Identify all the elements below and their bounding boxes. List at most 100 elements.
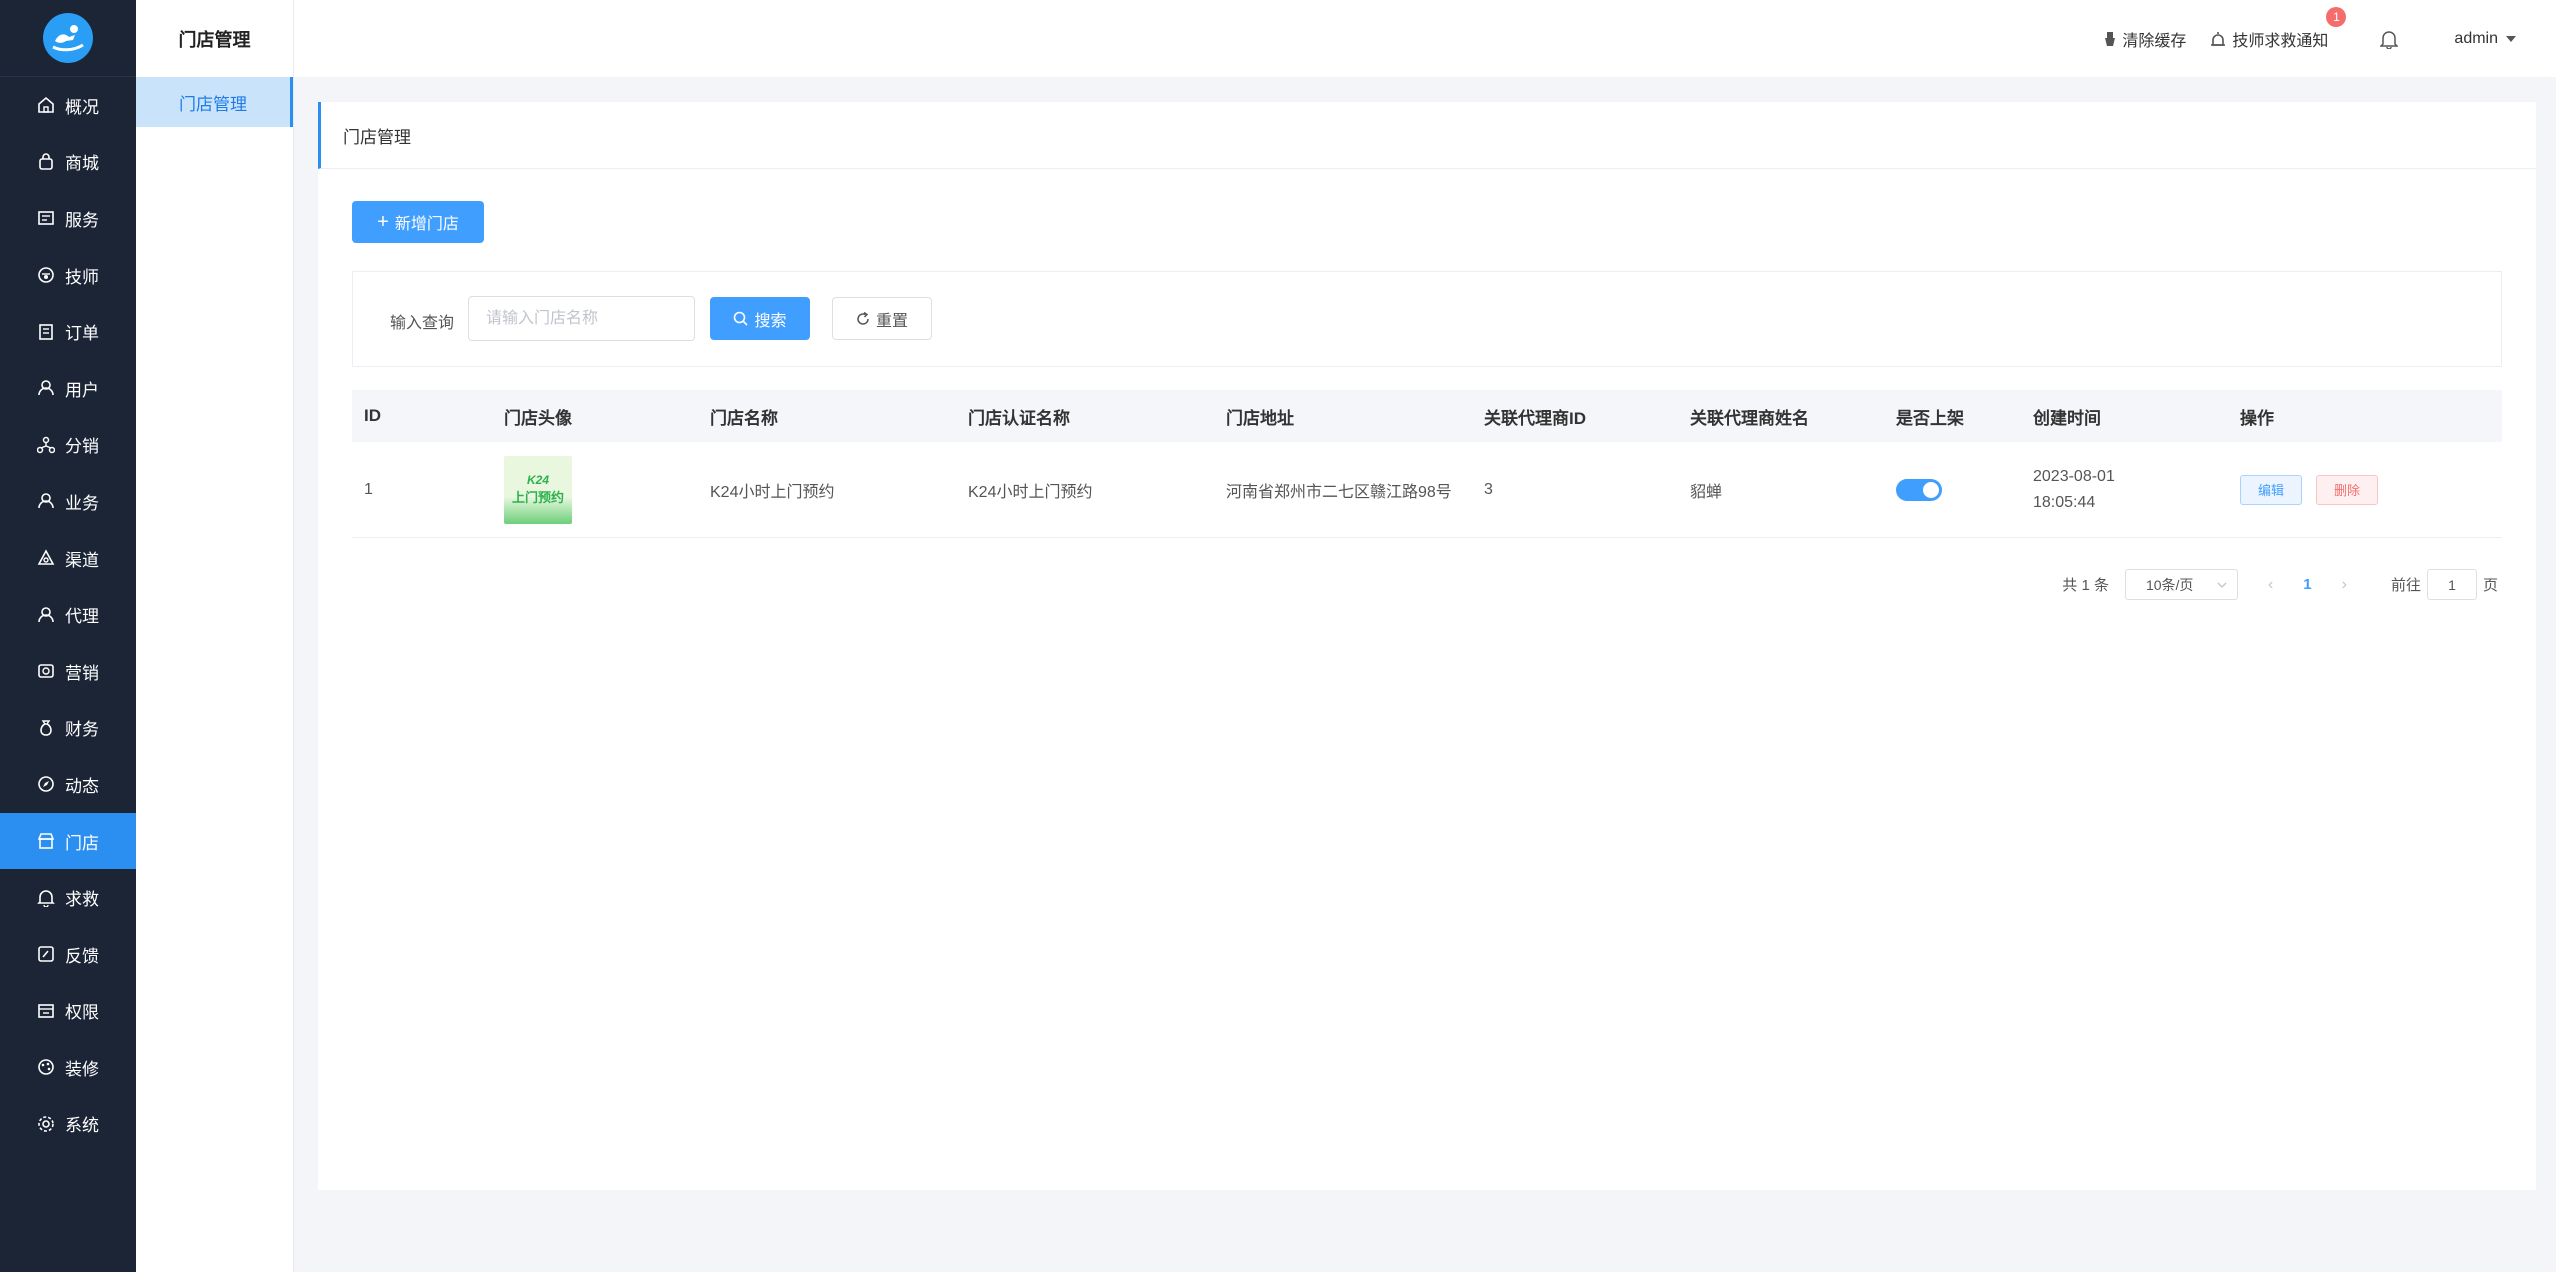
search-label: 输入查询 <box>390 315 455 332</box>
rescue-notice-label: 技师求救通知 <box>2232 32 2329 50</box>
nav-item-feedback[interactable]: 反馈 <box>0 926 136 983</box>
order-icon <box>37 323 55 341</box>
caret-down-icon <box>2506 35 2516 42</box>
content-card: 门店管理 + 新增门店 输入查询 搜索 重置 ID 门店头像 门店名称 门店认证名称 门… <box>318 102 2536 1190</box>
reset-button-label: 重置 <box>875 312 908 330</box>
nav-item-channel[interactable]: 渠道 <box>0 530 136 587</box>
column-header: 门店头像 <box>504 408 572 428</box>
user-menu[interactable]: admin <box>2454 30 2516 48</box>
cell-address: 河南省郑州市二七区赣江路98号 <box>1226 483 1452 501</box>
column-header: 关联代理商ID <box>1484 408 1586 428</box>
prev-page-button[interactable]: ‹ <box>2268 576 2273 594</box>
nav-item-label: 订单 <box>65 324 99 344</box>
nav-item-service[interactable]: 服务 <box>0 190 136 247</box>
nav-item-label: 装修 <box>65 1059 99 1079</box>
delete-button[interactable]: 删除 <box>2316 474 2378 505</box>
finance-icon <box>37 719 55 737</box>
bag-icon <box>37 153 55 171</box>
next-page-button[interactable]: › <box>2342 576 2347 594</box>
rescue-notice-button[interactable]: 技师求救通知 1 <box>2210 6 2347 51</box>
gear-icon <box>37 1115 55 1133</box>
business-icon <box>37 492 55 510</box>
nav-item-business[interactable]: 业务 <box>0 473 136 530</box>
add-store-label: 新增门店 <box>394 216 459 233</box>
plus-icon: + <box>377 211 389 233</box>
nav-item-tech[interactable]: 技师 <box>0 247 136 304</box>
nav-item-distribution[interactable]: 分销 <box>0 417 136 474</box>
nav-item-label: 概况 <box>65 97 99 117</box>
table-row: 1 K24 上门预约 K24小时上门预约 K24小时上门预约 河南省郑州市二七区… <box>352 442 2502 538</box>
nav-item-decorate[interactable]: 装修 <box>0 1039 136 1096</box>
cell-id: 1 <box>364 480 373 498</box>
nav-item-order[interactable]: 订单 <box>0 303 136 360</box>
cell-cert-name: K24小时上门预约 <box>968 483 1093 501</box>
cell-created-time: 2023-08-01 18:05:44 <box>2021 464 2228 516</box>
nav-item-store[interactable]: 门店 <box>0 812 136 870</box>
pagination-total: 共 1 条 <box>2062 577 2109 594</box>
nav-item-label: 渠道 <box>65 550 99 570</box>
nav-item-bell[interactable]: 求救 <box>0 869 136 926</box>
page-size-value: 10条/页 <box>2145 576 2194 593</box>
column-header: 创建时间 <box>2033 408 2101 428</box>
nav-item-marketing[interactable]: 营销 <box>0 643 136 700</box>
tech-icon <box>37 266 55 284</box>
distribution-icon <box>37 436 55 454</box>
goto-suffix: 页 <box>2482 577 2498 594</box>
column-header: ID <box>364 406 381 425</box>
top-header: 清除缓存 技师求救通知 1 admin <box>294 0 2556 77</box>
edit-button[interactable]: 编辑 <box>2240 474 2302 505</box>
search-icon <box>734 311 749 326</box>
feedback-icon <box>37 945 55 963</box>
avatar-text-slogan: 上门预约 <box>511 490 564 505</box>
search-button-label: 搜索 <box>754 312 787 330</box>
search-panel: 输入查询 搜索 重置 <box>352 271 2502 367</box>
created-date: 2023-08-01 <box>2033 467 2115 485</box>
nav-item-user[interactable]: 用户 <box>0 360 136 417</box>
permission-icon <box>37 1002 55 1020</box>
on-shelf-toggle[interactable] <box>1896 478 1942 501</box>
nav-item-label: 服务 <box>65 210 99 230</box>
nav-item-agent[interactable]: 代理 <box>0 586 136 643</box>
agent-icon <box>37 606 55 624</box>
bell-icon <box>2380 30 2399 49</box>
nav-list: 概况商城服务技师订单用户 分销 业务渠道代理营销财务 动态门店求救 反馈权限装修系统 <box>0 77 136 1152</box>
column-header: 门店地址 <box>1226 408 1294 428</box>
compass-icon <box>37 775 55 793</box>
cell-store-name: K24小时上门预约 <box>710 483 835 501</box>
nav-item-label: 门店 <box>65 833 99 853</box>
nav-item-compass[interactable]: 动态 <box>0 756 136 813</box>
nav-item-home[interactable]: 概况 <box>0 77 136 134</box>
nav-item-label: 营销 <box>65 663 99 683</box>
main-nav: 概况商城服务技师订单用户 分销 业务渠道代理营销财务 动态门店求救 反馈权限装修系统 <box>0 0 136 1272</box>
sub-nav: 门店管理 门店管理 <box>136 0 294 1272</box>
store-table: ID 门店头像 门店名称 门店认证名称 门店地址 关联代理商ID 关联代理商姓名 是否上架 创建… <box>352 390 2502 538</box>
page-size-select[interactable]: 10条/页 <box>2124 569 2238 600</box>
clear-cache-button[interactable]: 清除缓存 <box>2104 27 2186 51</box>
nav-item-label: 系统 <box>65 1116 99 1136</box>
notification-bell[interactable] <box>2380 29 2404 49</box>
subnav-item-store-management[interactable]: 门店管理 <box>136 77 293 127</box>
cell-agent-name: 貂蝉 <box>1690 483 1723 501</box>
store-icon <box>37 832 55 850</box>
page-number-current[interactable]: 1 <box>2303 576 2311 593</box>
goto-prefix: 前往 <box>2390 577 2421 594</box>
page-title: 门店管理 <box>318 102 2536 169</box>
channel-icon <box>37 549 55 567</box>
add-store-button[interactable]: + 新增门店 <box>352 201 484 243</box>
nav-item-label: 代理 <box>65 607 99 627</box>
store-avatar-image: K24 上门预约 <box>504 455 572 524</box>
nav-item-gear[interactable]: 系统 <box>0 1096 136 1153</box>
store-name-input[interactable] <box>468 296 695 341</box>
nav-item-finance[interactable]: 财务 <box>0 700 136 757</box>
home-icon <box>37 96 55 114</box>
nav-item-label: 权限 <box>65 1003 99 1023</box>
decorate-icon <box>37 1058 55 1076</box>
cell-actions: 编辑 删除 <box>2228 474 2502 505</box>
pagination: 共 1 条 10条/页 ‹ 1 › 前往 页 <box>2062 569 2498 600</box>
nav-item-permission[interactable]: 权限 <box>0 983 136 1040</box>
nav-item-bag[interactable]: 商城 <box>0 134 136 191</box>
reset-button[interactable]: 重置 <box>832 297 932 340</box>
search-button[interactable]: 搜索 <box>710 297 810 340</box>
goto-page-input[interactable] <box>2426 569 2477 600</box>
app-logo[interactable] <box>43 13 93 63</box>
